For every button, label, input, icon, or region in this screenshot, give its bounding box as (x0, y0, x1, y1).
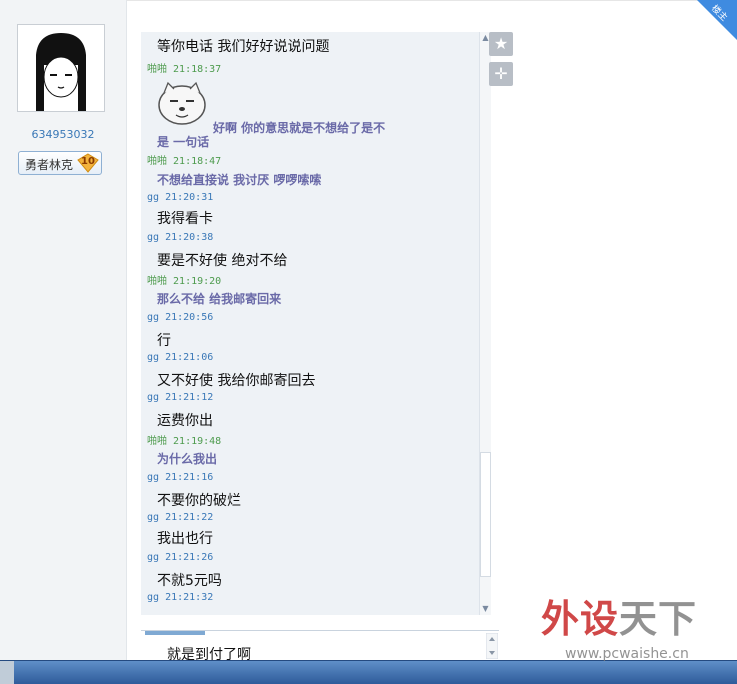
scroll-thumb[interactable] (480, 452, 491, 577)
message-header: gg 21:20:38 (147, 232, 213, 243)
message-time: 21:19:20 (173, 276, 222, 287)
post-frame: 634953032 勇者林克 10 楼主 等你电话 我们好好说说问题啪啪 21:… (0, 0, 737, 663)
message-sender: 啪啪 (147, 156, 167, 167)
message-header: gg 21:20:56 (147, 312, 213, 323)
avatar[interactable] (17, 24, 105, 112)
message-sender: gg (147, 472, 160, 483)
message-sender: gg (147, 232, 160, 243)
rank-name: 勇者林克 (25, 158, 74, 172)
message-sender: gg (147, 192, 160, 203)
message-sender: gg (147, 352, 160, 363)
message-text: 为什么我出 (157, 452, 218, 466)
message-text: 要是不好使 绝对不给 (157, 253, 288, 269)
message-header: 啪啪 21:18:37 (147, 60, 221, 75)
chat-scrollbar[interactable]: ▲ ▼ (479, 32, 491, 615)
rank-badge[interactable]: 勇者林克 10 (18, 151, 102, 175)
message-header: 啪啪 21:19:48 (147, 432, 221, 447)
message-sender: gg (147, 392, 160, 403)
move-cross-icon[interactable]: ✛ (489, 62, 513, 86)
message-sender: gg (147, 312, 160, 323)
message-time: 21:21:26 (165, 552, 214, 563)
message-sender: gg (147, 512, 160, 523)
message-text: 运费你出 (157, 413, 213, 429)
watermark-logo: 外设天下 (541, 588, 697, 643)
top-divider (126, 0, 737, 1)
message-sender: gg (147, 592, 160, 603)
message-header: 啪啪 21:19:20 (147, 272, 221, 287)
message-sender: gg (147, 552, 160, 563)
cat-face-emoji-icon (158, 81, 206, 125)
message-sender: 啪啪 (147, 436, 167, 447)
input-scroll-arrows-icon[interactable] (486, 633, 498, 659)
message-header: gg 21:21:32 (147, 592, 213, 603)
message-header: gg 21:21:22 (147, 512, 213, 523)
site-watermark: 外设天下 www.pcwaishe.cn (541, 588, 731, 663)
message-text: 等你电话 我们好好说说问题 (157, 39, 330, 55)
author-sidebar: 634953032 勇者林克 10 (0, 0, 127, 660)
message-time: 21:18:37 (173, 64, 222, 75)
message-header: gg 21:21:06 (147, 352, 213, 363)
message-time: 21:21:12 (165, 392, 214, 403)
op-corner-badge: 楼主 (697, 0, 737, 40)
favorite-star-icon[interactable]: ★ (489, 32, 513, 56)
message-text: 好啊 你的意思就是不想给了是不 (213, 121, 386, 135)
watermark-red-text: 外设 (541, 597, 620, 641)
chat-input-area[interactable]: 就是到付了啊 (141, 630, 499, 663)
message-sender: 啪啪 (147, 276, 167, 287)
message-header: gg 21:20:31 (147, 192, 213, 203)
watermark-url: www.pcwaishe.cn (565, 646, 689, 662)
taskbar-start-button[interactable] (0, 661, 14, 684)
message-time: 21:21:16 (165, 472, 214, 483)
user-id-link[interactable]: 634953032 (0, 128, 126, 141)
message-text: 不就5元吗 (157, 573, 222, 589)
message-text: 是 一句话 (157, 135, 210, 149)
message-text: 我出也行 (157, 531, 213, 547)
message-text: 不想给直接说 我讨厌 啰啰嗦嗦 (157, 173, 322, 187)
message-text: 行 (157, 333, 171, 349)
message-header: gg 21:21:26 (147, 552, 213, 563)
message-text: 我得看卡 (157, 211, 213, 227)
taskbar (0, 660, 737, 684)
message-time: 21:20:38 (165, 232, 214, 243)
message-time: 21:19:48 (173, 436, 222, 447)
message-text: 又不好使 我给你邮寄回去 (157, 373, 316, 389)
message-time: 21:20:31 (165, 192, 214, 203)
message-header: 啪啪 21:18:47 (147, 152, 221, 167)
message-text: 那么不给 给我邮寄回来 (157, 292, 282, 306)
message-sender: 啪啪 (147, 64, 167, 75)
message-time: 21:21:32 (165, 592, 214, 603)
message-time: 21:21:22 (165, 512, 214, 523)
message-header: gg 21:21:12 (147, 392, 213, 403)
message-time: 21:20:56 (165, 312, 214, 323)
input-tab-indicator (145, 631, 205, 635)
avatar-image (18, 25, 104, 111)
message-text: 不要你的破烂 (157, 493, 241, 509)
message-time: 21:21:06 (165, 352, 214, 363)
chat-screenshot: 等你电话 我们好好说说问题啪啪 21:18:37 好啊 你的意思就是不想给了是不是… (141, 32, 479, 615)
scroll-down-arrow-icon[interactable]: ▼ (480, 603, 491, 615)
message-time: 21:18:47 (173, 156, 222, 167)
rank-level: 10 (81, 156, 95, 167)
message-header: gg 21:21:16 (147, 472, 213, 483)
watermark-gray-text: 天下 (619, 597, 698, 641)
